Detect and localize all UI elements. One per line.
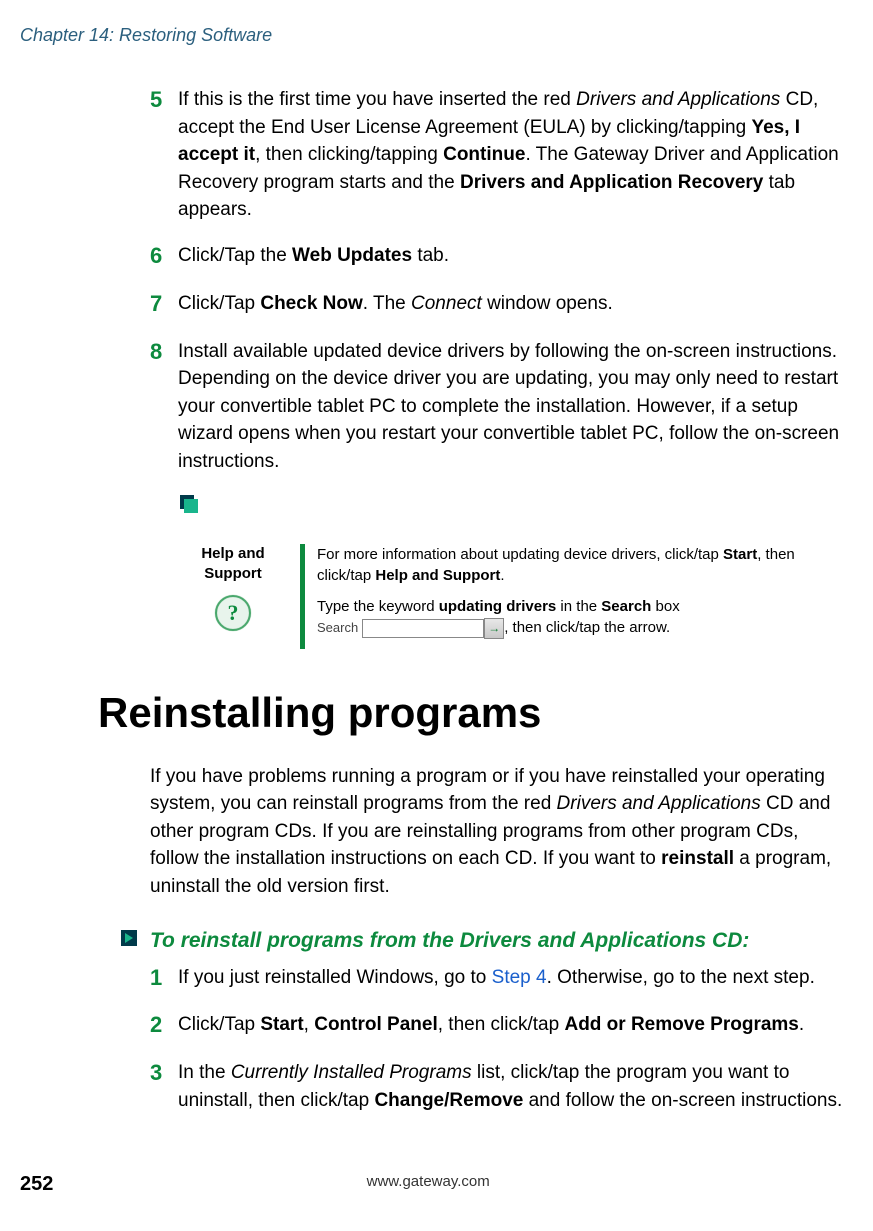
step-2: 2Click/Tap Start, Control Panel, then cl… [150,1011,843,1041]
help-question-icon: ? [178,593,288,633]
step-number: 5 [150,84,178,224]
step-number: 8 [150,336,178,476]
end-of-steps-icon [178,493,853,520]
step-5: 5If this is the first time you have inse… [150,86,843,224]
procedure-arrow-icon [120,929,140,954]
step-text: If you just reinstalled Windows, go to S… [178,964,843,994]
help-and-support-box: Help and Support ? For more information … [178,544,853,649]
step-text: Install available updated device drivers… [178,338,843,476]
page-footer: 252 www.gateway.com [20,1173,843,1196]
step-text: Click/Tap the Web Updates tab. [178,242,843,272]
intro-paragraph: If you have problems running a program o… [150,763,843,901]
footer-url: www.gateway.com [367,1173,490,1196]
page-number: 252 [20,1173,53,1196]
chapter-header: Chapter 14: Restoring Software [20,25,853,46]
svg-text:?: ? [228,600,239,625]
search-arrow-icon: → [484,618,504,639]
step-text: If this is the first time you have inser… [178,86,843,224]
step-7: 7Click/Tap Check Now. The Connect window… [150,290,843,320]
step-number: 6 [150,240,178,272]
steps-block-2: 1If you just reinstalled Windows, go to … [150,964,843,1115]
step-number: 3 [150,1057,178,1114]
step-number: 2 [150,1009,178,1041]
step-6: 6Click/Tap the Web Updates tab. [150,242,843,272]
step-text: In the Currently Installed Programs list… [178,1059,843,1114]
help-label: Help and Support [178,544,288,583]
step-text: Click/Tap Check Now. The Connect window … [178,290,843,320]
step-8: 8Install available updated device driver… [150,338,843,476]
step-1: 1If you just reinstalled Windows, go to … [150,964,843,994]
step-number: 1 [150,962,178,994]
procedure-heading: To reinstall programs from the Drivers a… [120,929,853,954]
help-text: For more information about updating devi… [317,544,853,649]
step-3: 3In the Currently Installed Programs lis… [150,1059,843,1114]
step-text: Click/Tap Start, Control Panel, then cli… [178,1011,843,1041]
section-title: Reinstalling programs [98,689,853,737]
steps-block-1: 5If this is the first time you have inse… [150,86,843,475]
search-box-mock: Search → [317,618,504,639]
help-green-bar [300,544,305,649]
step-number: 7 [150,288,178,320]
